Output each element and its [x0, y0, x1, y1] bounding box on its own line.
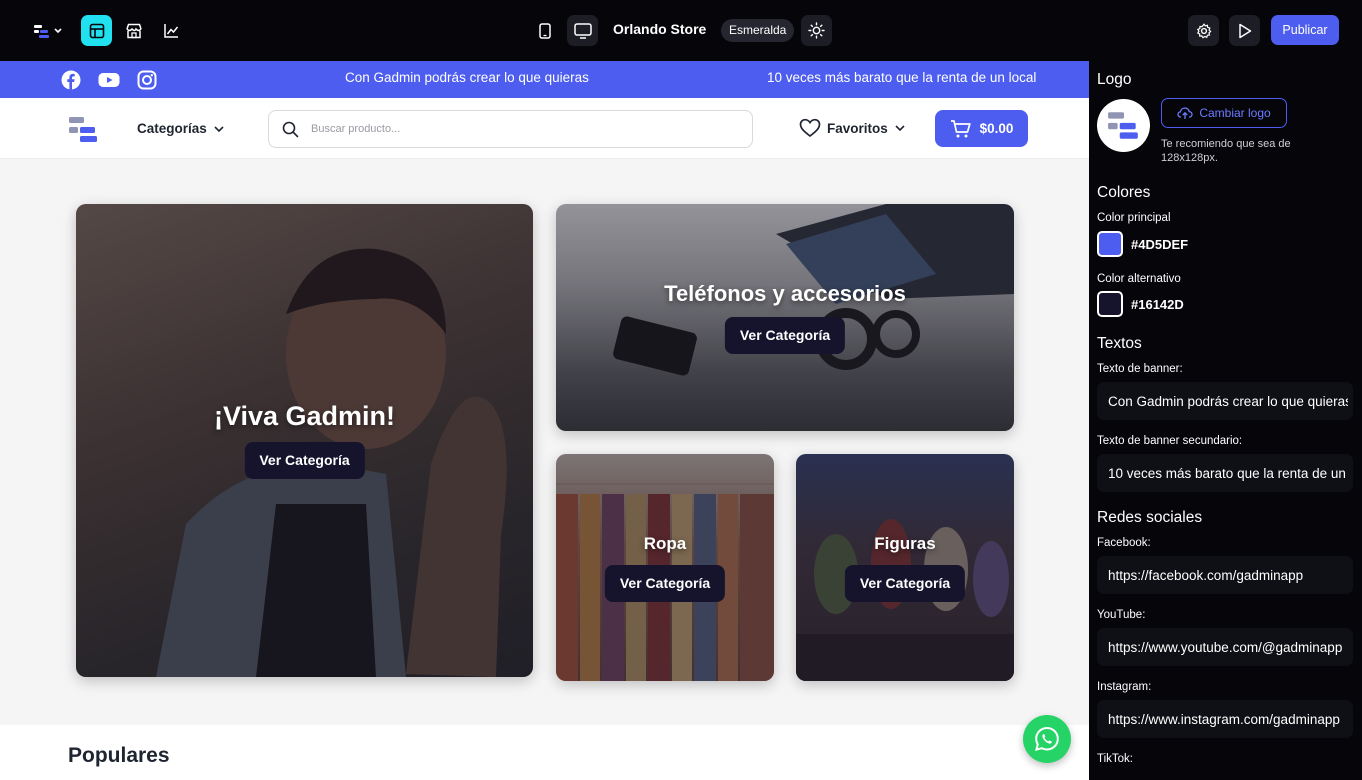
banner-secondary-text: 10 veces más barato que la renta de un l…: [767, 70, 1037, 85]
change-logo-label: Cambiar logo: [1199, 106, 1271, 120]
banner-text-field[interactable]: [1097, 382, 1353, 420]
analytics-tab-button[interactable]: [156, 15, 187, 46]
favorites-dropdown[interactable]: Favoritos: [799, 118, 906, 138]
theme-pill[interactable]: Esmeralda: [721, 19, 795, 42]
logo-heading: Logo: [1097, 71, 1132, 88]
search-input[interactable]: [311, 119, 731, 139]
chevron-down-icon: [214, 125, 224, 132]
banner2-text-field[interactable]: [1097, 454, 1353, 492]
banner2-text-input[interactable]: [1108, 463, 1348, 483]
theme-mode-button[interactable]: [801, 15, 832, 46]
mobile-icon: [538, 22, 551, 39]
store-preview: Con Gadmin podrás crear lo que quieras 1…: [0, 61, 1089, 780]
social-heading: Redes sociales: [1097, 509, 1203, 526]
categories-dropdown[interactable]: Categorías: [137, 121, 225, 136]
alt-color-value: #16142D: [1131, 297, 1184, 312]
change-logo-button[interactable]: Cambiar logo: [1161, 98, 1287, 128]
instagram-link[interactable]: [136, 69, 158, 91]
whatsapp-button[interactable]: [1023, 715, 1071, 763]
settings-button[interactable]: [1188, 15, 1219, 46]
cart-icon: [950, 119, 971, 137]
chart-icon: [164, 24, 179, 38]
category-card-ropa[interactable]: Ropa Ver Categoría: [556, 454, 774, 681]
instagram-input[interactable]: [1108, 709, 1348, 729]
banner-text-label: Texto de banner:: [1097, 363, 1183, 375]
preview-button[interactable]: [1229, 15, 1260, 46]
instagram-icon: [137, 70, 157, 90]
youtube-icon: [98, 73, 120, 87]
primary-color-swatch[interactable]: [1097, 231, 1123, 257]
sun-icon: [808, 22, 825, 39]
youtube-input[interactable]: [1108, 637, 1348, 657]
store-header: Categorías Favoritos: [0, 98, 1089, 159]
chevron-down-icon: [895, 125, 905, 132]
primary-color-label: Color principal: [1097, 212, 1171, 224]
store-logo[interactable]: [68, 116, 100, 149]
youtube-link[interactable]: [98, 69, 120, 91]
category-title-ropa: Ropa: [643, 534, 687, 553]
editor-tab-button[interactable]: [81, 15, 112, 46]
mobile-view-button[interactable]: [529, 15, 560, 46]
alt-color-swatch[interactable]: [1097, 291, 1123, 317]
logo-hint: Te recomiendo que sea de 128x128px.: [1161, 138, 1291, 164]
store-logo-icon: [69, 117, 97, 142]
hero-main-title: ¡Viva Gadmin!: [213, 401, 396, 431]
banner-text: Con Gadmin podrás crear lo que quieras: [345, 70, 589, 85]
category-card-figuras[interactable]: Figuras Ver Categoría: [796, 454, 1014, 681]
category-button-ropa[interactable]: Ver Categoría: [604, 565, 726, 602]
cart-total: $0.00: [979, 121, 1014, 136]
layout-icon: [89, 23, 104, 38]
store-logo-icon: [1107, 111, 1138, 139]
editor-sidebar: Logo Cambiar logo Te recomiendo que sea …: [1089, 61, 1362, 780]
facebook-label: Facebook:: [1097, 537, 1151, 549]
colors-heading: Colores: [1097, 184, 1151, 201]
youtube-field[interactable]: [1097, 628, 1353, 666]
primary-color-value: #4D5DEF: [1131, 237, 1189, 252]
youtube-label: YouTube:: [1097, 609, 1146, 621]
app-topbar: Orlando Store Esmeralda Publicar: [0, 0, 1362, 61]
logo-preview: [1097, 99, 1150, 152]
alt-color-label: Color alternativo: [1097, 273, 1181, 285]
category-title-figuras: Figuras: [874, 534, 936, 553]
cloud-upload-icon: [1177, 107, 1193, 119]
desktop-view-button[interactable]: [567, 15, 598, 46]
category-button-figuras[interactable]: Ver Categoría: [844, 565, 966, 602]
category-button-phones[interactable]: Ver Categoría: [724, 317, 846, 354]
promo-banner: Con Gadmin podrás crear lo que quieras 1…: [0, 61, 1089, 98]
publish-button[interactable]: Publicar: [1271, 15, 1339, 45]
texts-heading: Textos: [1097, 335, 1142, 352]
facebook-field[interactable]: [1097, 556, 1353, 594]
banner2-text-label: Texto de banner secundario:: [1097, 435, 1243, 447]
instagram-label: Instagram:: [1097, 681, 1152, 693]
heart-icon: [799, 118, 821, 138]
product-search[interactable]: [268, 110, 753, 148]
play-icon: [1238, 23, 1251, 38]
store-name-title: Orlando Store: [613, 21, 707, 37]
whatsapp-icon: [1034, 726, 1059, 751]
gear-icon: [1196, 22, 1211, 39]
tiktok-label: TikTok:: [1097, 753, 1133, 765]
logo-menu-icon: [34, 24, 62, 38]
workspace-menu-button[interactable]: [27, 15, 67, 46]
favorites-label: Favoritos: [827, 120, 888, 136]
popular-heading: Populares: [68, 744, 170, 767]
cart-button[interactable]: $0.00: [935, 110, 1028, 147]
facebook-icon: [61, 70, 81, 90]
store-icon: [125, 23, 142, 38]
banner-text-input[interactable]: [1108, 391, 1348, 411]
instagram-field[interactable]: [1097, 700, 1353, 738]
categories-label: Categorías: [137, 121, 207, 136]
facebook-link[interactable]: [60, 69, 82, 91]
hero-main-overlay: [76, 204, 533, 677]
category-card-phones[interactable]: Teléfonos y accesorios Ver Categoría: [556, 204, 1014, 431]
facebook-input[interactable]: [1108, 565, 1348, 585]
hero-card-main[interactable]: ¡Viva Gadmin! Ver Categoría: [76, 204, 533, 677]
search-icon: [282, 121, 299, 138]
popular-section: Populares: [0, 725, 1089, 780]
category-title-phones: Teléfonos y accesorios: [664, 281, 906, 306]
desktop-icon: [573, 22, 592, 39]
hero-main-button[interactable]: Ver Categoría: [244, 442, 365, 479]
store-tab-button[interactable]: [118, 15, 149, 46]
